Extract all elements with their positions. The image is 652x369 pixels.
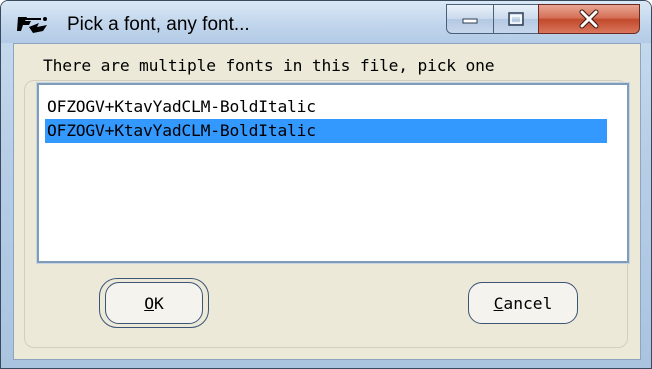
cancel-mnemonic: C xyxy=(493,293,504,313)
close-button[interactable] xyxy=(538,4,640,34)
font-listbox[interactable]: OFZOGV+KtavYadCLM-BoldItalic OFZOGV+Ktav… xyxy=(36,82,630,264)
window-title: Pick a font, any font... xyxy=(67,14,250,35)
font-list-item-selected[interactable]: OFZOGV+KtavYadCLM-BoldItalic xyxy=(45,119,607,143)
minimize-button[interactable] xyxy=(446,4,494,34)
font-app-icon xyxy=(17,17,47,33)
minimize-icon xyxy=(462,18,478,24)
close-icon xyxy=(579,9,599,29)
cancel-button[interactable]: Cancel xyxy=(468,282,578,324)
ok-mnemonic: O xyxy=(144,293,154,313)
cancel-label-rest: ancel xyxy=(503,293,553,313)
ok-button[interactable]: OK xyxy=(105,282,203,324)
font-list-item[interactable]: OFZOGV+KtavYadCLM-BoldItalic xyxy=(45,95,607,119)
maximize-icon xyxy=(508,12,524,26)
title-bar[interactable]: Pick a font, any font... xyxy=(1,1,651,43)
ok-label-rest: K xyxy=(154,293,164,313)
prompt-label: There are multiple fonts in this file, p… xyxy=(43,56,495,75)
dialog-window: Pick a font, any font... There are multi… xyxy=(0,0,652,369)
maximize-button[interactable] xyxy=(493,4,539,34)
